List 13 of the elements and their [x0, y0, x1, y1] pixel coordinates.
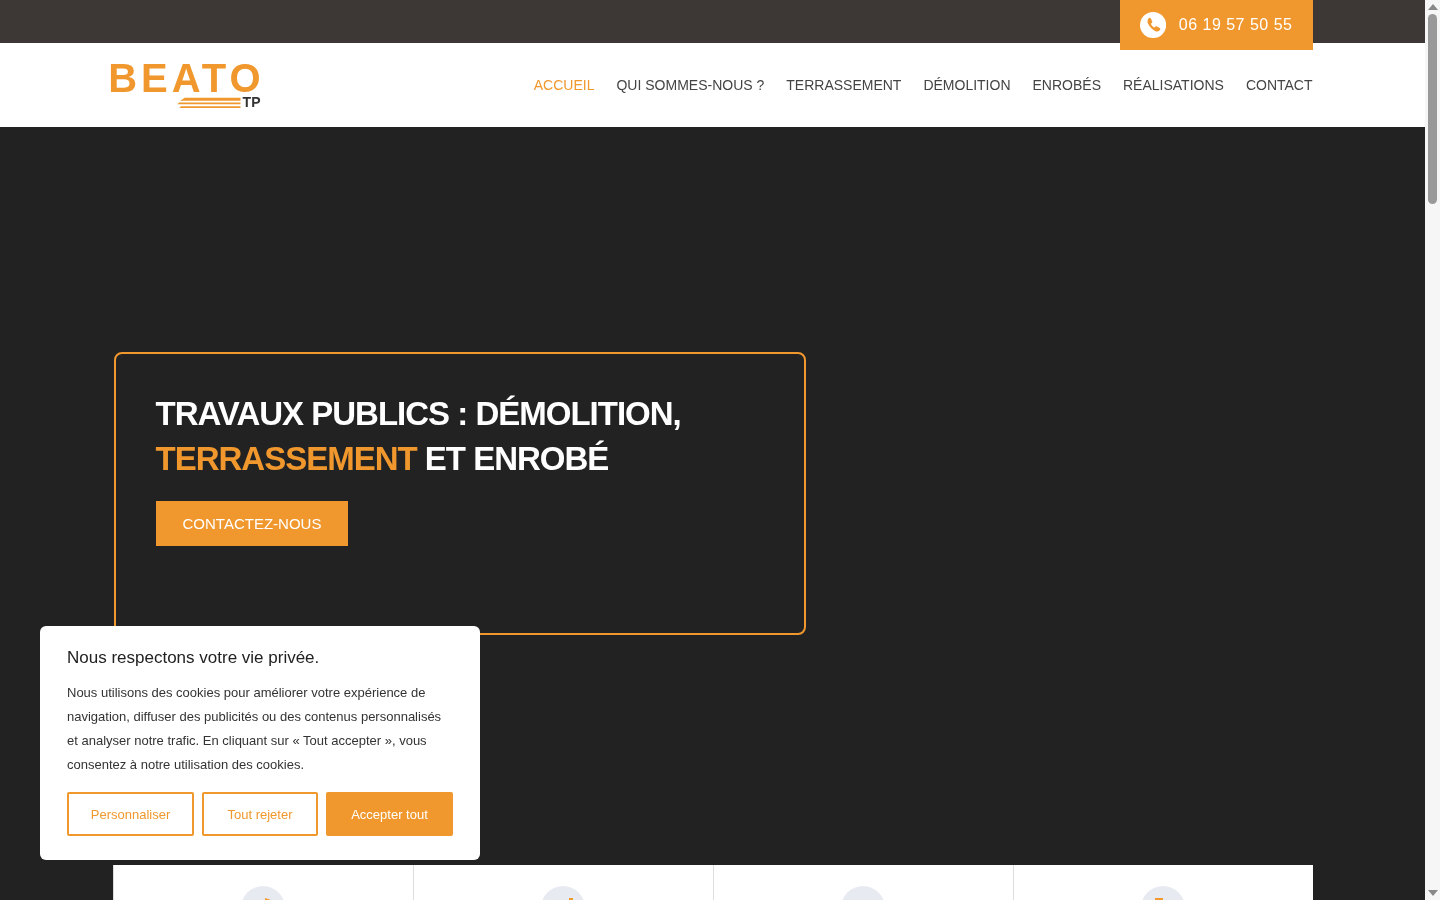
scrollbar[interactable] — [1425, 0, 1440, 900]
phone-icon — [1139, 11, 1166, 39]
cookie-text: Nous utilisons des cookies pour améliorer votre expérience de navigation, diffuser des publicités ou des contenus personnalisés et analyser notre trafic. En cliquant sur « Tout accepter », vous consentez à notre utilisation des cookies. — [67, 684, 443, 774]
scroll-down-icon[interactable] — [1427, 890, 1438, 896]
scrollbar-thumb[interactable] — [1428, 14, 1437, 204]
nav-link[interactable]: TERRASSEMENT — [786, 77, 902, 93]
nav-link[interactable]: CONTACT — [1245, 77, 1313, 93]
nav-link[interactable]: DÉMOLITION — [923, 77, 1011, 93]
nav-link[interactable]: QUI SOMMES-NOUS ? — [616, 77, 765, 93]
cookie-title: Nous respectons votre vie privée. — [67, 648, 321, 668]
nav-link[interactable]: RÉALISATIONS — [1123, 77, 1224, 93]
hero-title: TRAVAUX PUBLICS : DÉMOLITION, TERRASSEMENT ET ENROBÉ — [155, 394, 682, 479]
nav-link[interactable]: ENROBÉS — [1032, 77, 1101, 93]
